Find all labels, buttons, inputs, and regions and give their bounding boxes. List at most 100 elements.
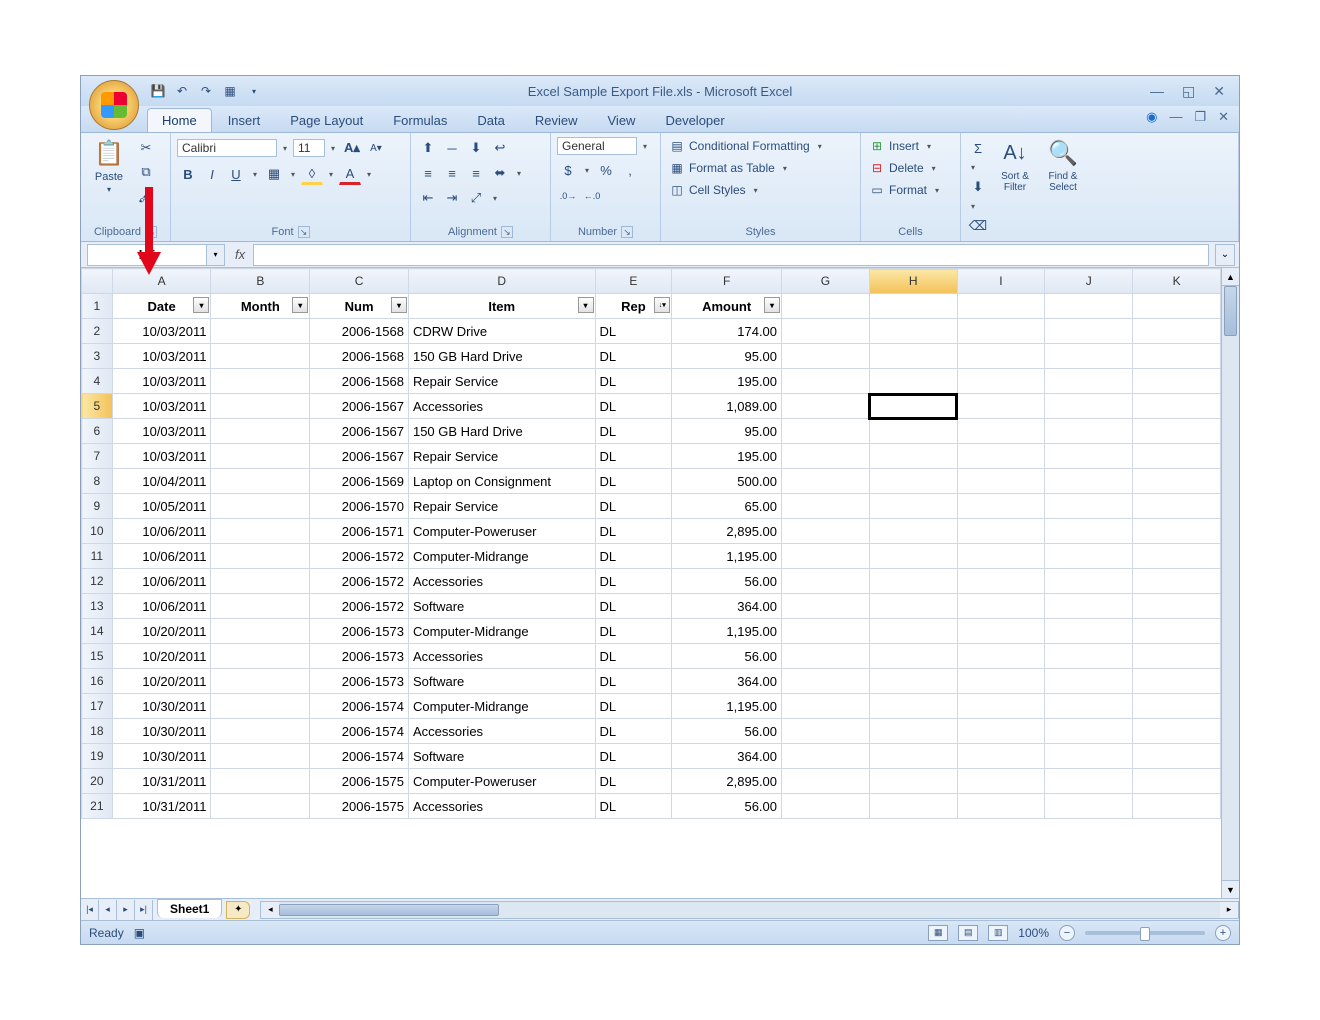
- cell-C12[interactable]: 2006-1572: [310, 569, 409, 594]
- filter-button-F[interactable]: ▾: [764, 297, 780, 313]
- find-select-button[interactable]: 🔍 Find & Select: [1041, 137, 1085, 193]
- cell-A8[interactable]: 10/04/2011: [112, 469, 211, 494]
- cell-A10[interactable]: 10/06/2011: [112, 519, 211, 544]
- cell-B15[interactable]: [211, 644, 310, 669]
- qat-item-icon[interactable]: ▦: [221, 82, 239, 100]
- row-header-15[interactable]: 15: [82, 644, 113, 669]
- cell-E5[interactable]: DL: [595, 394, 672, 419]
- row-header-6[interactable]: 6: [82, 419, 113, 444]
- column-header-I[interactable]: I: [957, 269, 1045, 294]
- cell-G18[interactable]: [782, 719, 870, 744]
- cell-B1[interactable]: Month▾: [211, 294, 310, 319]
- cell-A16[interactable]: 10/20/2011: [112, 669, 211, 694]
- fill-icon[interactable]: ⬇: [967, 176, 989, 198]
- cell-B11[interactable]: [211, 544, 310, 569]
- cell-A18[interactable]: 10/30/2011: [112, 719, 211, 744]
- tab-review[interactable]: Review: [521, 109, 592, 132]
- tab-insert[interactable]: Insert: [214, 109, 275, 132]
- cell-E8[interactable]: DL: [595, 469, 672, 494]
- cell-F8[interactable]: 500.00: [672, 469, 782, 494]
- cell-G10[interactable]: [782, 519, 870, 544]
- column-header-B[interactable]: B: [211, 269, 310, 294]
- cell-K21[interactable]: [1133, 794, 1221, 819]
- cell-D1[interactable]: Item▾: [408, 294, 595, 319]
- cell-K5[interactable]: [1133, 394, 1221, 419]
- tab-developer[interactable]: Developer: [651, 109, 738, 132]
- cell-K16[interactable]: [1133, 669, 1221, 694]
- tab-view[interactable]: View: [594, 109, 650, 132]
- sort-filter-button[interactable]: A↓ Sort & Filter: [993, 137, 1037, 193]
- currency-icon[interactable]: $: [557, 159, 579, 181]
- grow-font-icon[interactable]: A▴: [341, 137, 363, 159]
- cell-D16[interactable]: Software: [408, 669, 595, 694]
- cell-F11[interactable]: 1,195.00: [672, 544, 782, 569]
- row-header-3[interactable]: 3: [82, 344, 113, 369]
- format-cells-button[interactable]: ▭Format ▾: [867, 181, 945, 199]
- cell-E19[interactable]: DL: [595, 744, 672, 769]
- hscroll-thumb[interactable]: [279, 904, 499, 916]
- cell-B18[interactable]: [211, 719, 310, 744]
- cell-C8[interactable]: 2006-1569: [310, 469, 409, 494]
- cell-A3[interactable]: 10/03/2011: [112, 344, 211, 369]
- cell-G1[interactable]: [782, 294, 870, 319]
- cell-D18[interactable]: Accessories: [408, 719, 595, 744]
- cell-H10[interactable]: [869, 519, 957, 544]
- cell-E21[interactable]: DL: [595, 794, 672, 819]
- name-box-dropdown[interactable]: ▾: [207, 244, 225, 266]
- cell-H15[interactable]: [869, 644, 957, 669]
- cell-J20[interactable]: [1045, 769, 1133, 794]
- cell-J19[interactable]: [1045, 744, 1133, 769]
- doc-restore-button[interactable]: ❐: [1194, 109, 1206, 125]
- cell-F5[interactable]: 1,089.00: [672, 394, 782, 419]
- align-right-icon[interactable]: ≡: [465, 162, 487, 184]
- cell-D10[interactable]: Computer-Poweruser: [408, 519, 595, 544]
- cell-D14[interactable]: Computer-Midrange: [408, 619, 595, 644]
- cell-D17[interactable]: Computer-Midrange: [408, 694, 595, 719]
- cell-F12[interactable]: 56.00: [672, 569, 782, 594]
- cell-F14[interactable]: 1,195.00: [672, 619, 782, 644]
- name-box[interactable]: H5: [87, 244, 207, 266]
- row-header-21[interactable]: 21: [82, 794, 113, 819]
- cell-J1[interactable]: [1045, 294, 1133, 319]
- cell-D2[interactable]: CDRW Drive: [408, 319, 595, 344]
- cell-F4[interactable]: 195.00: [672, 369, 782, 394]
- cell-H3[interactable]: [869, 344, 957, 369]
- cell-G12[interactable]: [782, 569, 870, 594]
- cell-G6[interactable]: [782, 419, 870, 444]
- office-button[interactable]: [89, 80, 139, 130]
- tab-home[interactable]: Home: [147, 108, 212, 132]
- cell-G8[interactable]: [782, 469, 870, 494]
- cell-I13[interactable]: [957, 594, 1045, 619]
- cell-K9[interactable]: [1133, 494, 1221, 519]
- cell-B2[interactable]: [211, 319, 310, 344]
- align-middle-icon[interactable]: ─: [441, 137, 463, 159]
- cell-G17[interactable]: [782, 694, 870, 719]
- cell-E15[interactable]: DL: [595, 644, 672, 669]
- row-header-17[interactable]: 17: [82, 694, 113, 719]
- row-header-4[interactable]: 4: [82, 369, 113, 394]
- filter-button-D[interactable]: ▾: [578, 297, 594, 313]
- cell-A5[interactable]: 10/03/2011: [112, 394, 211, 419]
- cell-D15[interactable]: Accessories: [408, 644, 595, 669]
- row-header-19[interactable]: 19: [82, 744, 113, 769]
- row-header-8[interactable]: 8: [82, 469, 113, 494]
- cell-B9[interactable]: [211, 494, 310, 519]
- cell-D3[interactable]: 150 GB Hard Drive: [408, 344, 595, 369]
- autosum-icon[interactable]: Σ: [967, 137, 989, 159]
- cell-F20[interactable]: 2,895.00: [672, 769, 782, 794]
- wrap-text-icon[interactable]: ↩: [489, 137, 511, 159]
- cell-A1[interactable]: Date▾: [112, 294, 211, 319]
- cell-C19[interactable]: 2006-1574: [310, 744, 409, 769]
- filter-button-A[interactable]: ▾: [193, 297, 209, 313]
- save-icon[interactable]: 💾: [149, 82, 167, 100]
- cell-E17[interactable]: DL: [595, 694, 672, 719]
- cell-G13[interactable]: [782, 594, 870, 619]
- cell-G11[interactable]: [782, 544, 870, 569]
- zoom-slider[interactable]: [1085, 931, 1205, 935]
- cell-G5[interactable]: [782, 394, 870, 419]
- cell-D4[interactable]: Repair Service: [408, 369, 595, 394]
- cell-C15[interactable]: 2006-1573: [310, 644, 409, 669]
- doc-minimize-button[interactable]: —: [1169, 109, 1182, 125]
- filter-button-E[interactable]: ↓▾: [654, 297, 670, 313]
- cell-B16[interactable]: [211, 669, 310, 694]
